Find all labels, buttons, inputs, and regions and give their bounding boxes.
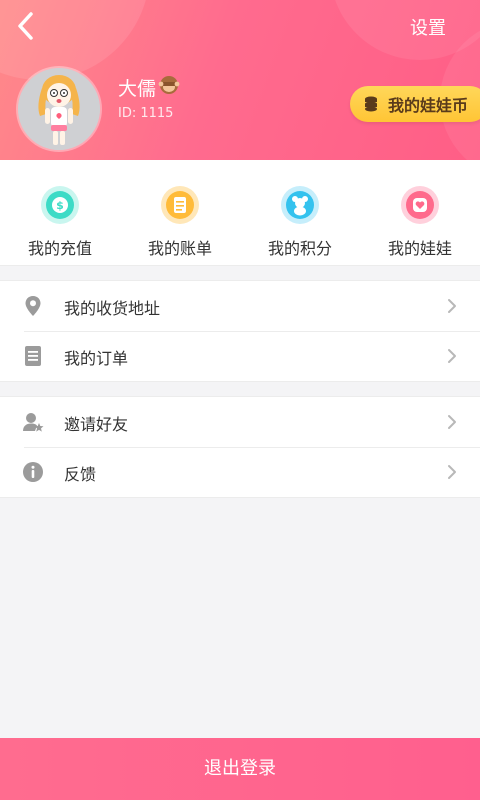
location-pin-icon (25, 296, 41, 316)
svg-text:$: $ (56, 199, 64, 212)
chevron-right-icon (448, 415, 456, 429)
list-item-feedback[interactable]: 反馈 (0, 447, 480, 497)
list-item-label: 反馈 (64, 465, 97, 484)
chevron-right-icon (448, 349, 456, 363)
username: 大儒 (118, 78, 157, 100)
quick-item-label: 我的娃娃 (387, 239, 452, 258)
heart-doll-icon (401, 186, 439, 224)
chevron-right-icon (448, 465, 456, 479)
invite-user-icon (23, 413, 44, 432)
back-button[interactable] (10, 8, 46, 44)
chevron-right-icon (448, 299, 456, 313)
list-item-address[interactable]: 我的收货地址 (0, 281, 480, 331)
avatar[interactable] (18, 68, 100, 150)
quick-item-label: 我的账单 (147, 239, 212, 258)
quick-item-points[interactable]: 我的积分 (240, 160, 360, 265)
list-item-invite[interactable]: 邀请好友 (0, 397, 480, 447)
settings-button[interactable]: 设置 (410, 14, 446, 40)
quick-item-label: 我的充值 (27, 239, 92, 258)
quick-item-recharge[interactable]: $ 我的充值 (0, 160, 120, 265)
list-item-orders[interactable]: 我的订单 (0, 331, 480, 381)
logout-button[interactable]: 退出登录 (0, 738, 480, 800)
chevron-left-icon (18, 12, 33, 40)
bill-icon (161, 186, 199, 224)
profile-header: 设置 大儒 ID: 1115 我的娃娃币 (0, 0, 480, 160)
info-icon (23, 462, 43, 482)
quick-item-label: 我的积分 (267, 239, 332, 258)
monkey-emoji-icon (158, 74, 180, 96)
list-section-account: 我的收货地址 我的订单 (0, 280, 480, 382)
list-section-social: 邀请好友 反馈 (0, 396, 480, 498)
coin-button-label: 我的娃娃币 (387, 96, 468, 115)
list-item-label: 我的订单 (64, 349, 129, 368)
user-id: ID: 1115 (118, 106, 174, 121)
cartoon-girl-avatar (18, 68, 100, 150)
quick-item-bill[interactable]: 我的账单 (120, 160, 240, 265)
dollar-icon: $ (41, 186, 79, 224)
coin-stack-icon (364, 96, 377, 112)
my-doll-coins-button[interactable]: 我的娃娃币 (349, 86, 480, 122)
list-item-label: 邀请好友 (64, 415, 129, 434)
order-list-icon (25, 346, 41, 366)
quick-menu: $ 我的充值 我的账单 我的积分 我的娃娃 (0, 160, 480, 266)
bear-icon (281, 186, 319, 224)
list-item-label: 我的收货地址 (64, 299, 161, 318)
quick-item-dolls[interactable]: 我的娃娃 (360, 160, 480, 265)
